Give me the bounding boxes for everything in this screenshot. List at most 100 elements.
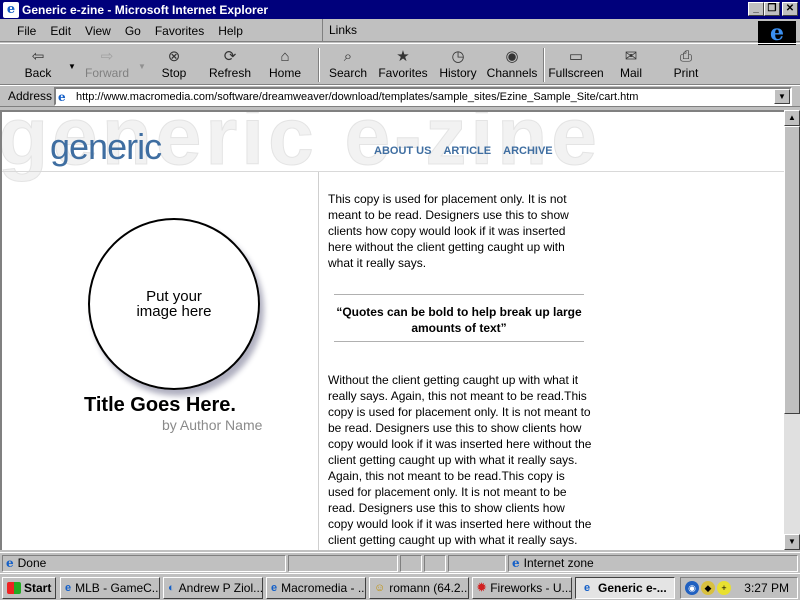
zone-panel: e Internet zone [508,555,798,572]
task-label: Fireworks - U... [490,581,572,595]
body-copy-intro: This copy is used for placement only. It… [328,192,569,270]
favorites-button[interactable]: ★ Favorites [378,46,428,84]
menu-go[interactable]: Go [118,24,148,38]
windows-logo-icon [7,582,21,594]
task-label: Macromedia - ... [281,581,366,595]
nav-archive-link[interactable]: ARCHIVE [503,145,553,157]
menu-row: File Edit View Go Favorites Help Links [0,19,800,42]
network-tray-icon[interactable]: ◉ [685,581,699,595]
minimize-button[interactable]: _ [748,2,764,16]
status-secure-panel [400,555,422,572]
clock: 3:27 PM [744,581,789,595]
zone-text: Internet zone [523,556,594,570]
ie-logo-icon: e [3,1,19,18]
ie-icon: e [65,582,72,594]
close-button[interactable]: ✕ [782,2,798,16]
toolbar-separator [543,48,545,82]
article-author: by Author Name [162,417,263,433]
window-title-bar[interactable]: e Generic e-zine - Microsoft Internet Ex… [0,0,800,19]
mail-label: Mail [619,66,642,80]
menu-favorites[interactable]: Favorites [148,24,211,38]
task-label: Generic e-... [598,581,667,595]
channels-icon: ◉ [505,48,519,65]
favorites-icon: ★ [396,48,410,65]
task-button-active[interactable]: e Generic e-... [575,577,675,599]
history-icon: ◷ [451,48,465,65]
fullscreen-button[interactable]: ▭ Fullscreen [548,46,604,84]
menu-help[interactable]: Help [211,24,250,38]
restore-button[interactable]: ❐ [764,2,780,16]
search-button[interactable]: ⌕ Search [326,46,370,84]
print-button[interactable]: ⎙ Print [668,46,704,84]
task-button[interactable]: e MLB - GameC... [60,577,160,599]
stop-icon: ⊗ [167,48,181,65]
vertical-scrollbar[interactable]: ▲ ▼ [784,110,800,550]
menu-edit[interactable]: Edit [43,24,78,38]
print-icon: ⎙ [679,48,692,65]
nav-about-us-link[interactable]: ABOUT US [374,145,431,157]
task-button[interactable]: ✹ Fireworks - U... [472,577,572,599]
status-offline-panel [424,555,446,572]
fireworks-icon: ✹ [477,582,487,594]
header-divider [2,171,784,172]
menu-bar: File Edit View Go Favorites Help [4,21,250,40]
page-icon: e [58,89,66,104]
task-label: MLB - GameC... [75,581,160,595]
forward-dropdown-icon[interactable]: ▼ [138,62,146,71]
nav-article-link[interactable]: ARTICLE [443,145,491,157]
image-placeholder: Put your image here [88,218,260,390]
standard-toolbar: ⇦ Back ▼ ⇨ Forward ▼ ⊗ Stop ⟳ Refresh ⌂ … [0,43,800,85]
scroll-thumb[interactable] [784,126,800,414]
chat-icon: ☺ [374,582,386,594]
start-label: Start [24,581,52,595]
home-icon: ⌂ [280,48,290,65]
menu-view[interactable]: View [78,24,118,38]
task-button[interactable]: e Macromedia - ... [266,577,366,599]
forward-label: Forward [84,66,129,80]
ie-throbber-icon: e [758,20,796,46]
links-bar[interactable]: Links [322,19,357,41]
image-placeholder-text: Put your image here [136,288,212,320]
history-button[interactable]: ◷ History [437,46,479,84]
quote-rule-top [334,294,584,295]
refresh-icon: ⟳ [223,48,237,65]
scroll-down-icon[interactable]: ▼ [784,534,800,550]
refresh-button[interactable]: ⟳ Refresh [205,46,255,84]
toolbar-separator [318,48,320,82]
task-label: Andrew P Ziol... [178,581,263,595]
internet-zone-icon: e [512,556,520,570]
pull-quote: “Quotes can be bold to help break up lar… [336,305,582,335]
back-button[interactable]: ⇦ Back [18,46,58,84]
menu-file[interactable]: File [10,24,43,38]
app-tray-icon[interactable]: + [717,581,731,595]
netscape-icon: ◐ [168,582,175,594]
status-text: Done [17,556,47,570]
fullscreen-icon: ▭ [568,48,584,65]
back-dropdown-icon[interactable]: ▼ [68,62,76,71]
volume-tray-icon[interactable]: ◆ [701,581,715,595]
ie-icon: e [271,582,278,594]
quote-rule-bottom [334,341,584,342]
address-input[interactable]: e http://www.macromedia.com/software/dre… [54,87,792,106]
status-progress-panel [288,555,398,572]
start-button[interactable]: Start [2,577,56,599]
task-button[interactable]: ☺ romann (64.2... [369,577,469,599]
mail-button[interactable]: ✉ Mail [614,46,648,84]
address-url[interactable]: http://www.macromedia.com/software/dream… [76,91,638,103]
status-blank-panel [448,555,506,572]
status-panel: e Done [2,555,286,572]
task-label: romann (64.2... [389,581,469,595]
home-button[interactable]: ⌂ Home [264,46,306,84]
column-divider [318,172,319,550]
address-dropdown-icon[interactable]: ▼ [774,89,790,104]
site-logo[interactable]: generic [50,126,162,168]
forward-button[interactable]: ⇨ Forward [82,46,132,84]
channels-button[interactable]: ◉ Channels [487,46,538,84]
back-label: Back [24,66,52,80]
search-icon: ⌕ [343,48,353,65]
back-arrow-icon: ⇦ [31,48,45,65]
scroll-up-icon[interactable]: ▲ [784,110,800,126]
body-copy-main: Without the client getting caught up wit… [328,373,592,547]
task-button[interactable]: ◐ Andrew P Ziol... [163,577,263,599]
stop-button[interactable]: ⊗ Stop [154,46,194,84]
